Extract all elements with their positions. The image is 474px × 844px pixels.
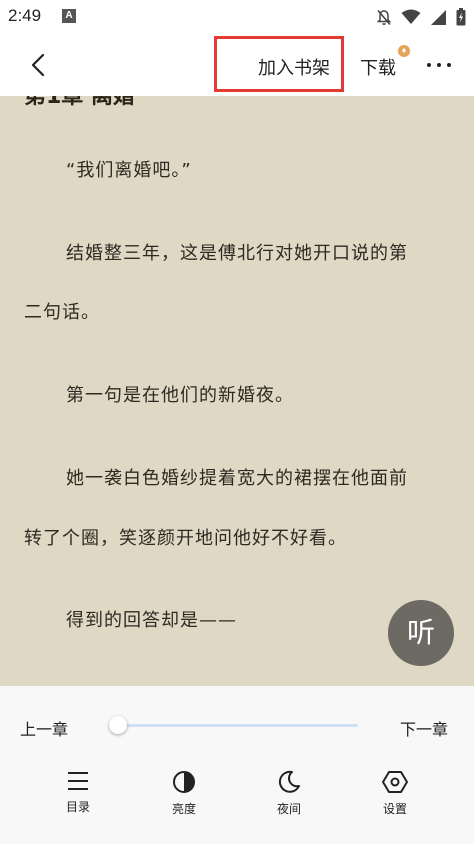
next-chapter-button[interactable]: 下一章 — [400, 716, 448, 740]
moon-icon — [278, 770, 300, 793]
paragraph-line: 结婚整三年，这是傅北行对她开口说的第 — [66, 243, 408, 264]
paragraph-line: 她一袭白色婚纱提着宽大的裙摆在他面前 — [66, 468, 408, 489]
battery-charging-icon — [456, 8, 466, 26]
paragraph-line: “我们离婚吧。” — [66, 160, 192, 181]
status-bar: 2:49 A — [0, 0, 474, 34]
brightness-label: 亮度 — [171, 802, 196, 816]
status-icons — [376, 8, 466, 26]
night-mode-label: 夜间 — [276, 802, 301, 816]
brightness-button[interactable]: 亮度 — [154, 770, 214, 817]
wifi-icon — [401, 9, 421, 24]
prev-chapter-button[interactable]: 上一章 — [20, 716, 68, 740]
status-time: 2:49 — [8, 6, 42, 25]
settings-button[interactable]: 设置 — [365, 770, 425, 817]
reading-content[interactable]: 第1章 离婚 “我们离婚吧。” 结婚整三年，这是傅北行对她开口说的第 二句话。 … — [0, 96, 474, 686]
paragraph-line: 转了个圈，笑逐颜开地问他好不好看。 — [24, 528, 347, 549]
progress-thumb[interactable] — [109, 716, 127, 734]
menu-list-icon — [68, 772, 88, 790]
more-button[interactable] — [424, 50, 454, 80]
catalog-button[interactable]: 目录 — [48, 770, 108, 815]
chapter-progress-slider[interactable] — [109, 716, 358, 734]
settings-label: 设置 — [382, 802, 407, 816]
bottom-toolbar: 上一章 下一章 目录 亮度 夜间 设置 — [0, 686, 474, 844]
paragraph-line: 得到的回答却是—— — [66, 610, 237, 631]
more-horizontal-icon — [427, 63, 451, 67]
paragraph-line: 二句话。 — [24, 302, 100, 323]
settings-hexagon-icon — [382, 771, 408, 793]
reader-header: 加入书架 下载 ♦ — [0, 34, 474, 96]
notifications-off-icon — [376, 9, 392, 25]
listen-button[interactable]: 听 — [388, 600, 454, 666]
brightness-icon — [173, 771, 195, 793]
chevron-left-icon — [31, 53, 45, 77]
vip-diamond-icon: ♦ — [398, 45, 410, 57]
add-to-shelf-button[interactable]: 加入书架 — [258, 54, 330, 80]
paragraph-line: 第一句是在他们的新婚夜。 — [66, 385, 294, 406]
night-mode-button[interactable]: 夜间 — [259, 770, 319, 817]
download-button[interactable]: 下载 — [360, 54, 396, 80]
catalog-label: 目录 — [65, 800, 90, 814]
app-notification-icon: A — [62, 9, 76, 23]
chapter-title: 第1章 离婚 — [24, 96, 135, 109]
back-button[interactable] — [24, 50, 54, 80]
signal-icon — [431, 9, 446, 25]
